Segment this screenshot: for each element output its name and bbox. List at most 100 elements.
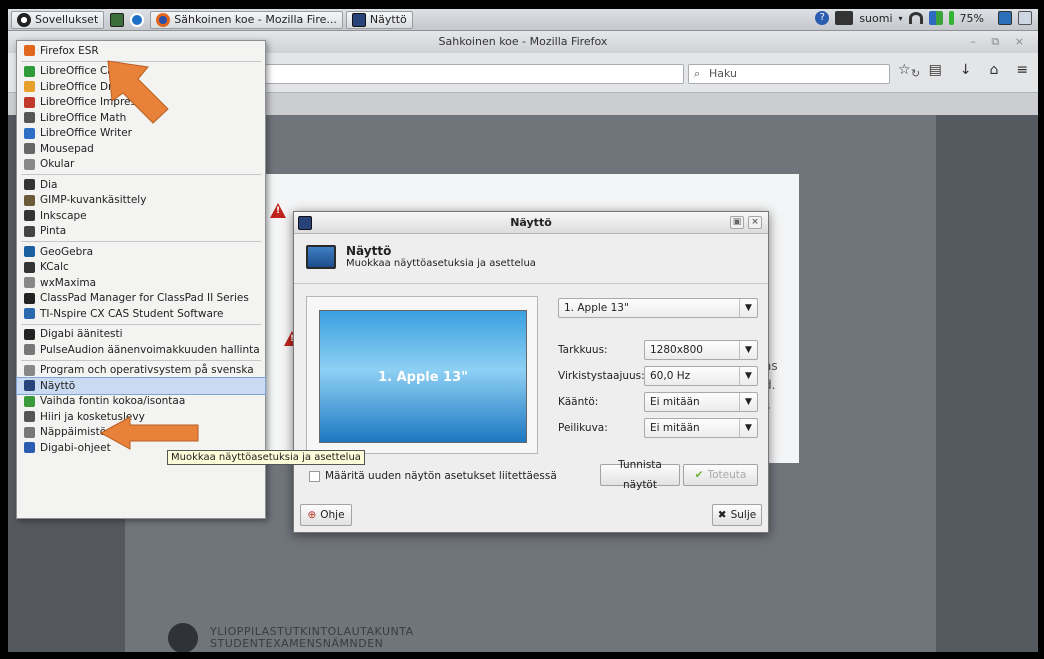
menu-item-label: Hiiri ja kosketuslevy xyxy=(40,410,145,423)
menu-separator xyxy=(21,174,261,175)
hamburger-menu-icon[interactable]: ≡ xyxy=(1016,62,1028,78)
applications-menu-button[interactable]: Sovellukset xyxy=(11,10,105,29)
menu-item-firefox[interactable]: Firefox ESR xyxy=(17,43,265,59)
menu-item-writer[interactable]: LibreOffice Writer xyxy=(17,126,265,142)
address-bar[interactable]: ↻ xyxy=(258,64,920,84)
draw-icon xyxy=(24,81,35,93)
pinta-icon xyxy=(24,225,35,237)
refresh-rate-value: 60,0 Hz xyxy=(650,370,691,382)
menu-item-dia[interactable]: Dia xyxy=(17,177,265,193)
menu-item-okular[interactable]: Okular xyxy=(17,157,265,173)
close-x-icon: ✖ xyxy=(717,509,727,521)
menu-item-label: TI-Nspire CX CAS Student Software xyxy=(40,307,224,320)
menu-item-mouse[interactable]: Hiiri ja kosketuslevy xyxy=(17,409,265,425)
screen-lock-icon[interactable] xyxy=(1018,11,1032,25)
home-icon[interactable]: ⌂ xyxy=(990,62,999,78)
auto-configure-checkbox[interactable]: Määritä uuden näytön asetukset liitettäe… xyxy=(309,470,557,482)
rotation-select[interactable]: Ei mitään ▼ xyxy=(644,392,758,412)
math-icon xyxy=(24,112,35,124)
chevron-down-icon: ▼ xyxy=(739,299,757,317)
close-icon[interactable]: × xyxy=(748,216,762,229)
headphones-icon[interactable] xyxy=(908,12,923,24)
calc-icon xyxy=(24,65,35,77)
chevron-down-icon: ▼ xyxy=(739,367,757,385)
mirror-select[interactable]: Ei mitään ▼ xyxy=(644,418,758,438)
identify-displays-button[interactable]: Tunnista näytöt xyxy=(600,459,680,491)
maximize-icon[interactable]: ▣ xyxy=(730,216,744,229)
menu-item-label: Vaihda fontin kokoa/isontaa xyxy=(40,395,186,408)
menu-item-label: Okular xyxy=(40,158,75,171)
network-icon[interactable] xyxy=(928,11,943,25)
menu-item-label: LibreOffice Math xyxy=(40,111,127,124)
checkbox-box[interactable] xyxy=(309,470,320,482)
refresh-rate-select[interactable]: 60,0 Hz ▼ xyxy=(644,366,758,386)
wxmaxima-icon xyxy=(24,277,35,289)
menu-item-speech[interactable]: Program och operativsystem på svenska xyxy=(17,363,265,379)
menu-item-tinspire[interactable]: TI-Nspire CX CAS Student Software xyxy=(17,306,265,322)
browser-launcher-icon[interactable] xyxy=(130,12,145,27)
menu-item-volume[interactable]: PulseAudion äänenvoimakkuuden hallinta xyxy=(17,342,265,358)
camera-icon[interactable] xyxy=(835,11,854,25)
menu-item-geogebra[interactable]: GeoGebra xyxy=(17,244,265,260)
dialog-titlebar: Näyttö ▣ × xyxy=(294,212,768,234)
menu-item-label: LibreOffice Impress xyxy=(40,96,142,109)
mouse-icon xyxy=(24,411,35,423)
mousepad-icon xyxy=(24,143,35,155)
battery-icon[interactable] xyxy=(948,11,954,25)
dialog-header: Näyttö Muokkaa näyttöasetuksia ja asette… xyxy=(306,244,536,269)
help-icon xyxy=(24,442,35,454)
menu-item-classpad[interactable]: ClassPad Manager for ClassPad II Series xyxy=(17,291,265,307)
monitor-select[interactable]: 1. Apple 13" ▼ xyxy=(558,298,758,318)
tooltip: Muokkaa näyttöasetuksia ja asettelua xyxy=(167,450,365,465)
close-label: Sulje xyxy=(730,509,757,521)
monitor-icon xyxy=(306,244,336,269)
resolution-select[interactable]: 1280x800 ▼ xyxy=(644,340,758,360)
task-display[interactable]: Näyttö xyxy=(345,10,413,29)
search-icon: ⌕ xyxy=(694,67,701,80)
bookmark-star-icon[interactable]: ☆ xyxy=(898,62,911,78)
menu-item-label: LibreOffice Writer xyxy=(40,127,133,140)
menu-item-math[interactable]: LibreOffice Math xyxy=(17,110,265,126)
menu-item-label: Digabi äänitesti xyxy=(40,328,123,341)
menu-item-headphones[interactable]: Digabi äänitesti xyxy=(17,327,265,343)
menu-item-mousepad[interactable]: Mousepad xyxy=(17,141,265,157)
menu-item-impress[interactable]: LibreOffice Impress xyxy=(17,95,265,111)
menu-item-calc[interactable]: LibreOffice Calc xyxy=(17,64,265,80)
menu-item-inkscape[interactable]: Inkscape xyxy=(17,208,265,224)
display-settings-dialog: Näyttö ▣ × Näyttö Muokkaa näyttöasetuksi… xyxy=(293,211,769,533)
menu-separator xyxy=(21,323,261,325)
monitor-preview[interactable]: 1. Apple 13" xyxy=(319,310,527,443)
task-firefox[interactable]: Sähkoinen koe - Mozilla Fire... xyxy=(150,10,343,29)
checkbox-label: Määritä uuden näytön asetukset liitettäe… xyxy=(325,470,557,482)
menu-separator xyxy=(21,241,261,242)
window-controls[interactable]: – ⧉ × xyxy=(970,31,1030,53)
close-button[interactable]: ✖ Sulje xyxy=(712,504,762,526)
menu-separator xyxy=(21,60,261,62)
dropdown-arrow-icon[interactable]: ▾ xyxy=(899,14,903,23)
lifebuoy-icon: ⊕ xyxy=(307,509,317,521)
menu-item-kcalc[interactable]: KCalc xyxy=(17,260,265,276)
menu-item-keyboard[interactable]: Näppäimistö xyxy=(17,425,265,441)
menu-item-label: Mousepad xyxy=(40,142,94,155)
download-icon[interactable]: ↓ xyxy=(960,62,972,78)
menu-item-font[interactable]: Vaihda fontin kokoa/isontaa xyxy=(17,394,265,410)
reading-list-icon[interactable]: ▤ xyxy=(929,62,942,78)
menu-item-pinta[interactable]: Pinta xyxy=(17,224,265,240)
menu-item-gimp[interactable]: GIMP-kuvankäsittely xyxy=(17,193,265,209)
menu-item-display[interactable]: Näyttö xyxy=(16,377,266,395)
applications-icon xyxy=(17,12,31,27)
help-icon[interactable]: ? xyxy=(815,11,830,25)
menu-item-wxmaxima[interactable]: wxMaxima xyxy=(17,275,265,291)
rotation-value: Ei mitään xyxy=(650,396,700,408)
task-display-label: Näyttö xyxy=(369,13,407,26)
help-button[interactable]: ⊕ Ohje xyxy=(300,504,352,526)
refresh-rate-label: Virkistystaajuus: xyxy=(558,370,645,382)
search-input[interactable]: ⌕ Haku xyxy=(688,64,890,84)
desktop-icon[interactable] xyxy=(110,12,125,27)
menu-item-label: Näyttö xyxy=(40,379,76,392)
keyboard-layout[interactable]: suomi xyxy=(859,12,892,25)
apply-button[interactable]: ✔ Toteuta xyxy=(683,464,758,486)
menu-item-draw[interactable]: LibreOffice Draw xyxy=(17,79,265,95)
menu-item-label: Inkscape xyxy=(40,209,87,222)
power-icon[interactable] xyxy=(998,11,1012,25)
